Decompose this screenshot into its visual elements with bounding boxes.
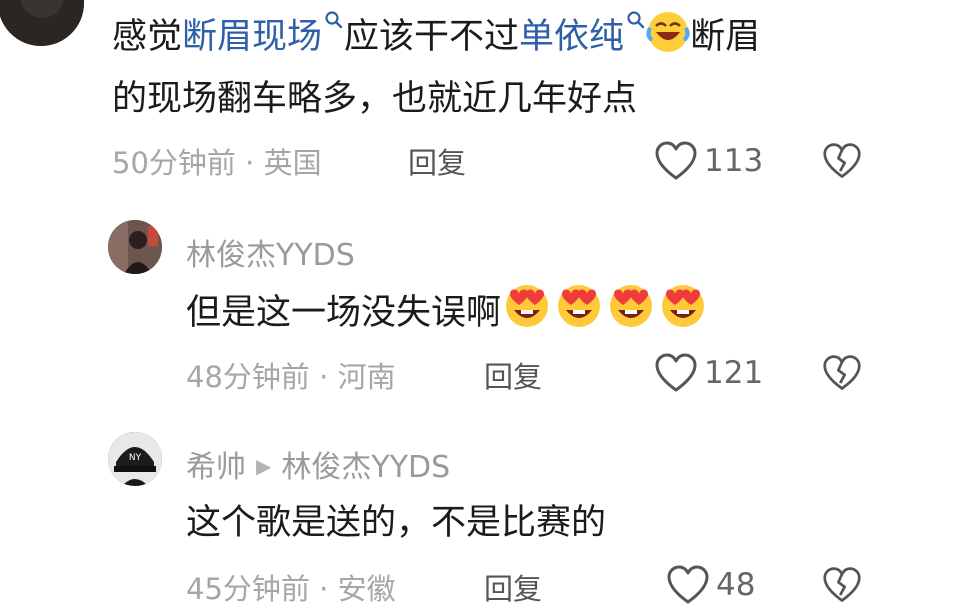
comment-meta: 50分钟前 · 英国 — [112, 146, 322, 180]
reply-button[interactable]: 回复 — [408, 140, 466, 182]
svg-text:NY: NY — [129, 453, 142, 463]
comment-time: 48分钟前 — [186, 360, 310, 394]
avatar[interactable]: NY — [108, 432, 162, 486]
comment-text-line-2: 的现场翻车略多，也就近几年好点 — [112, 79, 638, 119]
heart-outline-icon — [655, 353, 697, 392]
heart-outline-icon — [655, 141, 697, 180]
like-button[interactable]: 121 — [654, 352, 763, 394]
like-button[interactable]: 113 — [654, 140, 763, 182]
reply-button[interactable]: 回复 — [484, 354, 542, 396]
comment-text: 这个歌是送的，不是比赛的 — [186, 503, 607, 543]
search-icon — [325, 11, 343, 29]
nickname[interactable]: 林俊杰YYDS — [186, 230, 355, 274]
reply-to-nickname[interactable]: 林俊杰YYDS — [281, 450, 450, 485]
comment-location: 英国 — [263, 146, 322, 180]
heart-eyes-emoji — [506, 285, 549, 327]
heart-eyes-emoji — [662, 285, 705, 327]
heart-eyes-emoji-group — [501, 285, 709, 333]
nickname[interactable]: 希帅 — [186, 450, 246, 485]
avatar[interactable] — [108, 220, 162, 274]
heart-outline-icon — [667, 565, 709, 604]
like-count: 48 — [716, 567, 756, 603]
like-button[interactable]: 48 — [666, 564, 755, 606]
like-count: 113 — [704, 143, 764, 179]
comment-text: 应该干不过 — [344, 17, 520, 57]
comment-text: 断眉 — [690, 17, 761, 57]
reply-header: 希帅 ▶ 林俊杰YYDS — [186, 442, 450, 486]
comment-text: 但是这一场没失误啊 — [186, 280, 709, 344]
broken-heart-icon[interactable] — [822, 141, 862, 181]
comment-meta: 48分钟前 · 河南 — [186, 360, 396, 394]
search-icon — [627, 11, 645, 29]
broken-heart-icon[interactable] — [822, 353, 862, 393]
comment-text-line-1: 感觉断眉现场 应该干不过单依纯 断眉 — [112, 6, 760, 68]
triangle-right-icon: ▶ — [256, 454, 272, 478]
topic-link-duanmei[interactable]: 断眉现场 — [182, 11, 344, 57]
comment-meta: 45分钟前 · 安徽 — [186, 572, 396, 606]
topic-link-danyichun[interactable]: 单依纯 — [519, 11, 646, 57]
like-count: 121 — [704, 355, 764, 391]
heart-eyes-emoji — [610, 285, 653, 327]
comment-location: 河南 — [337, 360, 396, 394]
comment-text: 感觉 — [112, 17, 183, 57]
comment-time: 50分钟前 — [112, 146, 236, 180]
reply-button[interactable]: 回复 — [484, 566, 542, 608]
avatar[interactable] — [0, 0, 84, 46]
laughing-crying-emoji — [646, 12, 690, 52]
broken-heart-icon[interactable] — [822, 565, 862, 605]
heart-eyes-emoji — [558, 285, 601, 327]
